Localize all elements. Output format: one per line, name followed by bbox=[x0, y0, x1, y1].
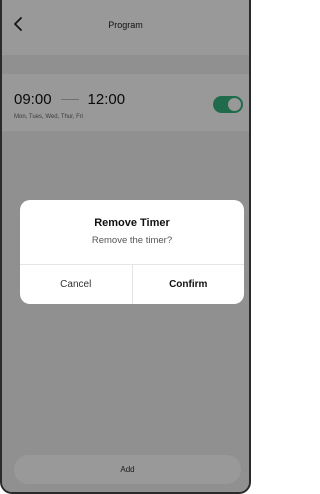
cancel-button[interactable]: Cancel bbox=[20, 265, 133, 304]
dialog-actions: Cancel Confirm bbox=[20, 264, 244, 304]
dialog-title: Remove Timer bbox=[94, 217, 170, 229]
confirm-button[interactable]: Confirm bbox=[133, 265, 245, 304]
app-screen: Program 09:00 12:00 Mon, Tues, Wed, Thur… bbox=[0, 0, 251, 494]
remove-timer-dialog: Remove Timer Remove the timer? Cancel Co… bbox=[20, 200, 244, 304]
dialog-message: Remove the timer? bbox=[91, 235, 173, 246]
